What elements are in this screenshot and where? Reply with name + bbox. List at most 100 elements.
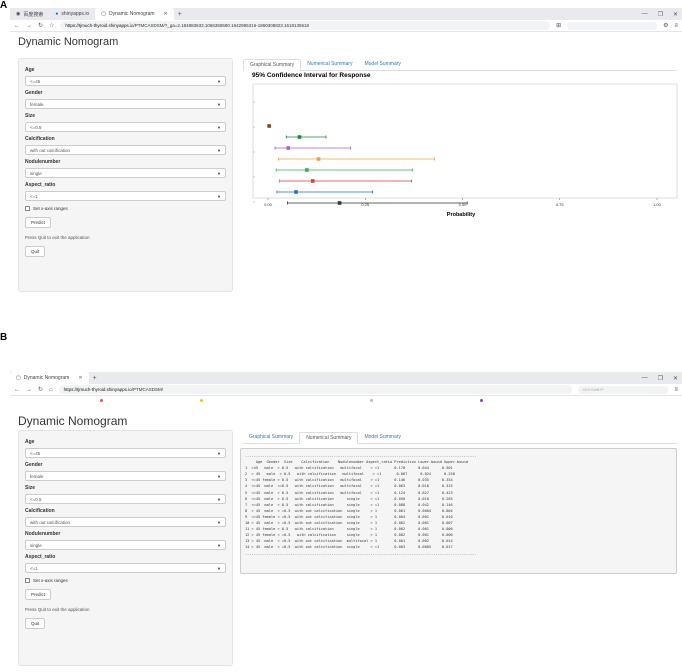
estimate-point xyxy=(294,190,298,194)
chart-title: 95% Confidence Interval for Response xyxy=(252,72,371,79)
output-tabs-a: Graphical Summary Numerical Summary Mode… xyxy=(243,59,677,71)
page-title: Dynamic Nomogram xyxy=(18,36,119,48)
output-tabs-b: Graphical Summary Numerical Summary Mode… xyxy=(243,432,677,444)
browser-search-box[interactable] xyxy=(567,21,658,30)
browser-search-box[interactable]: Ctrl+Shift+F xyxy=(578,385,669,394)
bookmark-icon[interactable] xyxy=(370,399,373,402)
caret-down-icon: ▼ xyxy=(217,170,221,176)
checkbox-box[interactable] xyxy=(25,578,30,583)
new-tab-icon[interactable]: + xyxy=(174,11,186,18)
aspect-ratio-label: Aspect_ratio xyxy=(25,554,56,560)
browser-tab-nomogram[interactable]: ▢ Dynamic Nomogram ✕ xyxy=(95,8,174,20)
browser-tab-baidu[interactable]: ◉ 百度搜索 xyxy=(10,8,49,20)
calcification-label: Calcification xyxy=(25,136,55,142)
quit-button[interactable]: Quit xyxy=(25,246,46,257)
bookmark-icon[interactable] xyxy=(480,399,483,402)
close-window-icon[interactable]: ✕ xyxy=(673,375,678,382)
extensions-icon[interactable]: ⊞ xyxy=(556,22,561,29)
table-divider: ----------------------------------------… xyxy=(245,551,477,556)
estimate-point xyxy=(316,157,321,161)
calcification-select[interactable]: with out calcification ▼ xyxy=(25,517,226,527)
tab-graphical-summary[interactable]: Graphical Summary xyxy=(243,432,299,443)
nodulenumber-label: Nodulenumber xyxy=(25,159,61,165)
numerical-summary-table: ----------------------------------------… xyxy=(240,448,677,574)
aspect-ratio-select[interactable]: <=1 ▼ xyxy=(25,191,226,201)
restore-icon[interactable]: ❐ xyxy=(658,375,663,382)
predict-button[interactable]: Predict xyxy=(25,217,52,228)
settings-gear-icon[interactable]: ⚙ xyxy=(663,22,668,29)
tab-model-summary[interactable]: Model Summary xyxy=(358,59,406,70)
aspect-ratio-select[interactable]: <=1 ▼ xyxy=(25,563,226,573)
estimate-point xyxy=(286,146,291,150)
input-sidebar-a: Age <=45 ▼ Gender female ▼ Size <=0.5 ▼ Cal… xyxy=(18,58,233,292)
reload-icon[interactable]: ↻ xyxy=(38,22,43,29)
gender-select[interactable]: female ▼ xyxy=(25,471,226,481)
browser-window-a: ◉ 百度搜索 ● shinyapps.io ▢ Dynamic Nomogram ✕ +… xyxy=(10,8,682,52)
age-label: Age xyxy=(25,439,35,445)
size-select[interactable]: <=0.5 ▼ xyxy=(25,494,226,504)
minimize-icon[interactable]: — xyxy=(642,11,648,18)
url-field[interactable]: https://tjmuch-thyroid.shinyapps.io/PTMC… xyxy=(58,385,573,394)
quit-note: Press Quit to exit the application xyxy=(25,235,90,240)
close-tab-icon[interactable]: ✕ xyxy=(164,11,168,17)
calcification-label: Calcification xyxy=(25,508,55,514)
estimate-point xyxy=(337,201,342,205)
x-axis-range-checkbox[interactable]: Set x-axis ranges xyxy=(25,578,226,583)
bookmark-icon[interactable] xyxy=(200,399,203,402)
caret-down-icon: ▼ xyxy=(217,565,221,571)
favorite-icon[interactable]: ☆ xyxy=(49,22,54,29)
new-tab-icon[interactable]: + xyxy=(89,375,101,382)
input-sidebar-b: Age <=45 ▼ Gender female ▼ Size <=0.5 ▼ Cal… xyxy=(18,430,233,666)
nodulenumber-label: Nodulenumber xyxy=(25,531,61,537)
page-icon: ▢ xyxy=(101,11,106,17)
address-bar-row: ← → ↻ ⌂ https://tjmuch-thyroid.shinyapps… xyxy=(10,384,682,396)
menu-icon[interactable]: ≡ xyxy=(674,23,678,29)
back-icon[interactable]: ← xyxy=(14,387,20,393)
gender-select[interactable]: female ▼ xyxy=(25,99,226,109)
browser-tab-nomogram[interactable]: ▢ Dynamic Nomogram ✕ xyxy=(10,372,89,384)
close-window-icon[interactable]: ✕ xyxy=(673,11,678,18)
quit-note: Press Quit to exit the application xyxy=(25,607,90,612)
tab-model-summary[interactable]: Model Summary xyxy=(358,432,406,443)
restore-icon[interactable]: ❐ xyxy=(658,11,663,18)
panel-label-b: B xyxy=(0,332,8,343)
bookmark-icon[interactable] xyxy=(100,399,103,402)
back-icon[interactable]: ← xyxy=(14,23,20,29)
caret-down-icon: ▼ xyxy=(217,542,221,548)
minimize-icon[interactable]: — xyxy=(642,375,648,382)
size-select[interactable]: <=0.5 ▼ xyxy=(25,122,226,132)
age-select[interactable]: <=45 ▼ xyxy=(25,448,226,458)
aspect-ratio-label: Aspect_ratio xyxy=(25,182,56,188)
estimate-point xyxy=(310,179,315,183)
home-icon[interactable]: ⌂ xyxy=(49,387,53,393)
nodulenumber-select[interactable]: single ▼ xyxy=(25,540,226,550)
tab-numerical-summary[interactable]: Numerical Summary xyxy=(299,432,359,444)
age-select[interactable]: <=45 ▼ xyxy=(25,76,226,86)
tab-numerical-summary[interactable]: Numerical Summary xyxy=(301,59,358,70)
x-tick-label: 1.00 xyxy=(653,202,662,207)
predict-button[interactable]: Predict xyxy=(25,589,52,600)
nodulenumber-select[interactable]: single ▼ xyxy=(25,168,226,178)
caret-down-icon: ▼ xyxy=(217,101,221,107)
tab-bar: ◉ 百度搜索 ● shinyapps.io ▢ Dynamic Nomogram ✕ +… xyxy=(10,8,682,20)
calcification-select[interactable]: with out calcification ▼ xyxy=(25,145,226,155)
menu-icon[interactable]: ≡ xyxy=(674,387,678,393)
tab-graphical-summary[interactable]: Graphical Summary xyxy=(243,59,302,71)
close-tab-icon[interactable]: ✕ xyxy=(78,375,82,381)
gender-label: Gender xyxy=(25,90,43,96)
reload-icon[interactable]: ↻ xyxy=(38,386,43,393)
size-label: Size xyxy=(25,113,36,119)
x-axis-range-checkbox[interactable]: Set x-axis ranges xyxy=(25,206,226,211)
forward-icon[interactable]: → xyxy=(26,387,32,393)
caret-down-icon: ▼ xyxy=(217,193,221,199)
forward-icon[interactable]: → xyxy=(26,23,32,29)
quit-button[interactable]: Quit xyxy=(25,618,46,629)
page-icon: ◉ xyxy=(16,11,21,17)
url-field[interactable]: https://tjmuch-thyroid.shinyapps.io/PTMC… xyxy=(60,21,551,30)
browser-tab-shinyapps[interactable]: ● shinyapps.io xyxy=(49,8,95,20)
checkbox-box[interactable] xyxy=(25,206,30,211)
browser-window-b: ▢ Dynamic Nomogram ✕ + — ❐ ✕ ← → ↻ ⌂ https:/… xyxy=(10,372,682,406)
x-axis-label: Probability xyxy=(447,212,476,218)
page-title: Dynamic Nomogram xyxy=(18,414,128,428)
x-tick-label: 0.75 xyxy=(556,202,565,207)
